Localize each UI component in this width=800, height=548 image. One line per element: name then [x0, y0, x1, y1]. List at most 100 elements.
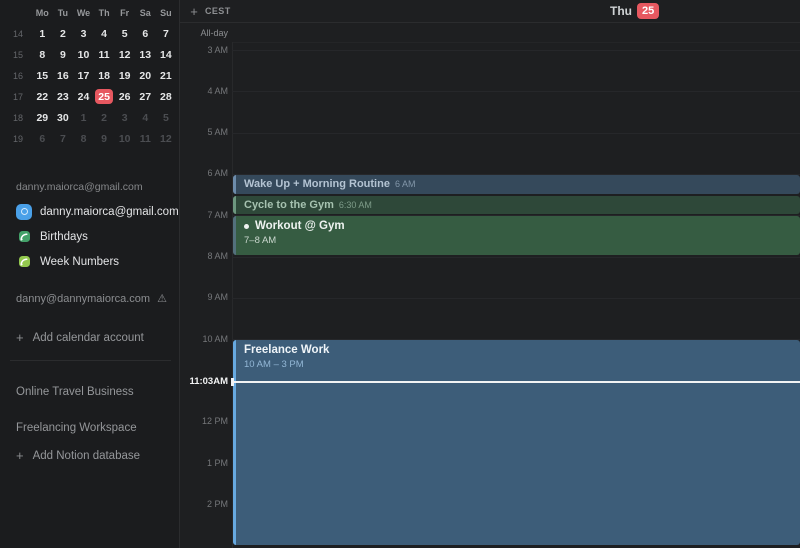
calendar-label: Birthdays: [40, 231, 88, 243]
calendar-list-item[interactable]: Birthdays: [0, 224, 179, 249]
hour-label: 8 AM: [180, 251, 228, 261]
warning-icon: ⚠: [157, 294, 167, 305]
calendar-list-item[interactable]: danny.maiorca@gmail.com: [0, 199, 179, 224]
mini-calendar-day[interactable]: 28: [156, 86, 177, 107]
mini-calendar-day[interactable]: 6: [135, 23, 156, 44]
calendar-color-swatch: [16, 204, 32, 220]
mini-calendar-day[interactable]: 12: [114, 44, 135, 65]
event-title: Wake Up + Morning Routine: [244, 178, 390, 190]
mini-calendar-day[interactable]: 1: [73, 107, 94, 128]
account-email-header: danny.maiorca@gmail.com: [16, 181, 143, 193]
mini-calendar-day[interactable]: 15: [32, 65, 53, 86]
mini-calendar-day[interactable]: 30: [53, 107, 74, 128]
hour-label: 3 AM: [180, 45, 228, 55]
mini-calendar-day-header: We: [77, 8, 90, 18]
mini-calendar-day[interactable]: 4: [135, 107, 156, 128]
mini-calendar-day[interactable]: 3: [114, 107, 135, 128]
mini-calendar-day[interactable]: 7: [53, 128, 74, 149]
mini-calendar-day-header: Fr: [120, 8, 129, 18]
event-time: 7–8 AM: [244, 235, 792, 246]
workspace-item[interactable]: Online Travel Business: [16, 386, 134, 398]
week-number: 17: [13, 92, 23, 102]
workspace-item[interactable]: Freelancing Workspace: [16, 422, 137, 434]
secondary-account-email: danny@dannymaiorca.com: [16, 293, 150, 305]
add-calendar-account-label: Add calendar account: [33, 332, 144, 344]
event-title-row: Freelance Work: [244, 344, 792, 356]
current-time-line: [232, 381, 800, 383]
mini-calendar-day[interactable]: 26: [114, 86, 135, 107]
add-notion-database-label: Add Notion database: [33, 450, 140, 462]
mini-calendar-day[interactable]: 18: [94, 65, 115, 86]
add-calendar-account-button[interactable]: + Add calendar account: [16, 330, 144, 345]
mini-calendar-day[interactable]: 2: [94, 107, 115, 128]
mini-calendar-day[interactable]: 11: [135, 128, 156, 149]
mini-calendar-day[interactable]: 8: [73, 128, 94, 149]
hour-label: 12 PM: [180, 416, 228, 426]
mini-calendar-day[interactable]: 1: [32, 23, 53, 44]
calendar-color-swatch: [19, 231, 30, 242]
add-notion-database-button[interactable]: + Add Notion database: [16, 448, 140, 463]
calendar-list: danny.maiorca@gmail.com Birthdays Week Num…: [0, 199, 179, 274]
account-calendar-icon: [16, 204, 32, 220]
event-time: 6:30 AM: [339, 200, 372, 210]
day-column[interactable]: Wake Up + Morning Routine 6 AM Cycle to th…: [233, 0, 800, 548]
mini-calendar-day[interactable]: 25: [94, 86, 115, 107]
mini-calendar-day[interactable]: 19: [114, 65, 135, 86]
week-number: 15: [13, 50, 23, 60]
mini-calendar-day[interactable]: 23: [53, 86, 74, 107]
mini-calendar-day[interactable]: 12: [156, 128, 177, 149]
mini-calendar-day-header: Sa: [140, 8, 151, 18]
mini-calendar-day[interactable]: 9: [94, 128, 115, 149]
mini-calendar-day[interactable]: 9: [53, 44, 74, 65]
hour-label: 1 PM: [180, 458, 228, 468]
subscribed-calendar-icon: [16, 256, 32, 267]
new-event-button[interactable]: +: [186, 3, 202, 19]
mini-calendar-day[interactable]: 3: [73, 23, 94, 44]
week-number: 18: [13, 113, 23, 123]
hour-label: 6 AM: [180, 168, 228, 178]
secondary-account-row[interactable]: danny@dannymaiorca.com ⚠: [16, 293, 167, 305]
event[interactable]: Workout @ Gym 7–8 AM: [233, 216, 800, 255]
event-time: 6 AM: [395, 179, 416, 189]
mini-calendar-day[interactable]: 8: [32, 44, 53, 65]
notion-calendar-app: MoTuWeThFrSaSu14123456715891011121314161…: [0, 0, 800, 548]
hour-label: 9 AM: [180, 292, 228, 302]
mini-calendar-day-header: Th: [99, 8, 110, 18]
mini-calendar-day[interactable]: 5: [156, 107, 177, 128]
all-day-label: All-day: [180, 28, 228, 38]
calendar-list-item[interactable]: Week Numbers: [0, 249, 179, 274]
mini-calendar-day[interactable]: 10: [73, 44, 94, 65]
event-title: Cycle to the Gym: [244, 199, 334, 211]
mini-calendar-day[interactable]: 16: [53, 65, 74, 86]
event-time: 10 AM – 3 PM: [244, 359, 792, 370]
week-number: 16: [13, 71, 23, 81]
mini-calendar-day[interactable]: 2: [53, 23, 74, 44]
event[interactable]: Freelance Work 10 AM – 3 PM: [233, 340, 800, 545]
mini-calendar-day[interactable]: 4: [94, 23, 115, 44]
event[interactable]: Wake Up + Morning Routine 6 AM: [233, 175, 800, 194]
event-title: Workout @ Gym: [255, 220, 345, 232]
mini-calendar-day[interactable]: 11: [94, 44, 115, 65]
timezone-label[interactable]: CEST: [205, 0, 231, 22]
hour-label: 5 AM: [180, 127, 228, 137]
event-title-row: Workout @ Gym: [244, 220, 792, 232]
hour-label: 10 AM: [180, 334, 228, 344]
event[interactable]: Cycle to the Gym 6:30 AM: [233, 196, 800, 215]
hour-label: 2 PM: [180, 499, 228, 509]
mini-calendar-day[interactable]: 5: [114, 23, 135, 44]
mini-calendar-day[interactable]: 13: [135, 44, 156, 65]
mini-calendar-day[interactable]: 7: [156, 23, 177, 44]
mini-calendar-day[interactable]: 21: [156, 65, 177, 86]
week-number: 19: [13, 134, 23, 144]
calendar-label: Week Numbers: [40, 256, 119, 268]
notion-bullet-icon: [244, 224, 249, 229]
mini-calendar-day[interactable]: 29: [32, 107, 53, 128]
mini-calendar-day[interactable]: 24: [73, 86, 94, 107]
mini-calendar-day[interactable]: 20: [135, 65, 156, 86]
mini-calendar-day[interactable]: 6: [32, 128, 53, 149]
mini-calendar-day[interactable]: 17: [73, 65, 94, 86]
mini-calendar-day[interactable]: 27: [135, 86, 156, 107]
mini-calendar-day[interactable]: 14: [156, 44, 177, 65]
mini-calendar-day[interactable]: 10: [114, 128, 135, 149]
mini-calendar-day[interactable]: 22: [32, 86, 53, 107]
